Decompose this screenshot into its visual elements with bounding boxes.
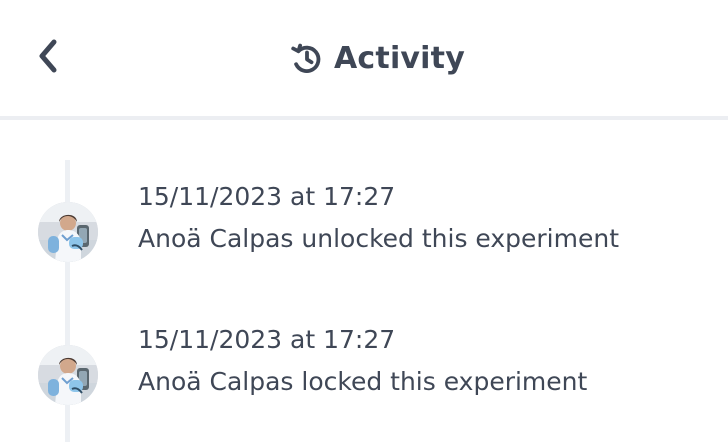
activity-item: 15/11/2023 at 17:27 Anoä Calpas locked t… — [38, 325, 678, 415]
activity-text: 15/11/2023 at 17:27 Anoä Calpas locked t… — [138, 325, 678, 397]
user-avatar — [38, 202, 98, 262]
activity-message: Anoä Calpas unlocked this experiment — [138, 224, 620, 253]
activity-message: Anoä Calpas locked this experiment — [138, 367, 588, 396]
back-button[interactable] — [26, 34, 70, 82]
activity-header: Activity — [0, 0, 728, 116]
user-avatar — [38, 345, 98, 405]
chevron-left-icon — [34, 37, 62, 79]
activity-timestamp: 15/11/2023 at 17:27 — [138, 325, 396, 354]
page-title-text: Activity — [334, 41, 465, 76]
activity-timestamp: 15/11/2023 at 17:27 — [138, 182, 396, 211]
activity-text: 15/11/2023 at 17:27 Anoä Calpas unlocked… — [138, 182, 678, 254]
header-divider — [0, 116, 728, 120]
history-icon — [290, 42, 324, 76]
page-title: Activity — [290, 34, 465, 84]
activity-item: 15/11/2023 at 17:27 Anoä Calpas unlocked… — [38, 182, 678, 272]
